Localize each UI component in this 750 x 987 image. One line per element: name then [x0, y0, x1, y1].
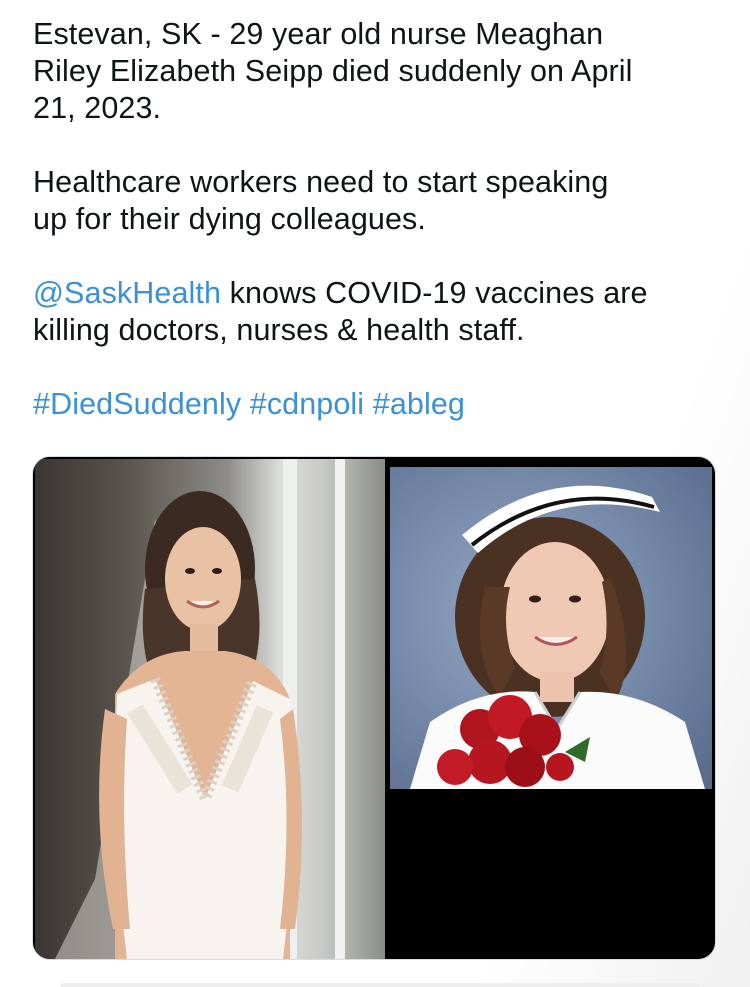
divider	[60, 983, 700, 987]
hashtag-link-diedsuddenly[interactable]: #DiedSuddenly	[33, 387, 241, 421]
tweet-body: Estevan, SK - 29 year old nurse Meaghan …	[33, 16, 713, 423]
hashtag-link-cdnpoli[interactable]: #cdnpoli	[250, 387, 364, 421]
tweet-media-image[interactable]	[32, 456, 716, 960]
hashtag-link-ableg[interactable]: #ableg	[373, 387, 465, 421]
nurse-graduation-illustration	[410, 485, 705, 789]
tweet-detail-view: Estevan, SK - 29 year old nurse Meaghan …	[0, 0, 750, 987]
tweet-paragraph-2: Healthcare workers need to start speakin…	[33, 165, 609, 236]
tweet-paragraph-3: @SaskHealth knows COVID-19 vaccines are …	[33, 275, 713, 349]
hashtag-line: #DiedSuddenly #cdnpoli #ableg	[33, 386, 713, 423]
wedding-photo	[35, 459, 385, 959]
mention-link-saskhealth[interactable]: @SaskHealth	[33, 276, 221, 310]
wedding-photo-illustration	[55, 459, 345, 959]
tweet-paragraph-1: Estevan, SK - 29 year old nurse Meaghan …	[33, 17, 633, 125]
nurse-graduation-photo	[390, 467, 712, 789]
